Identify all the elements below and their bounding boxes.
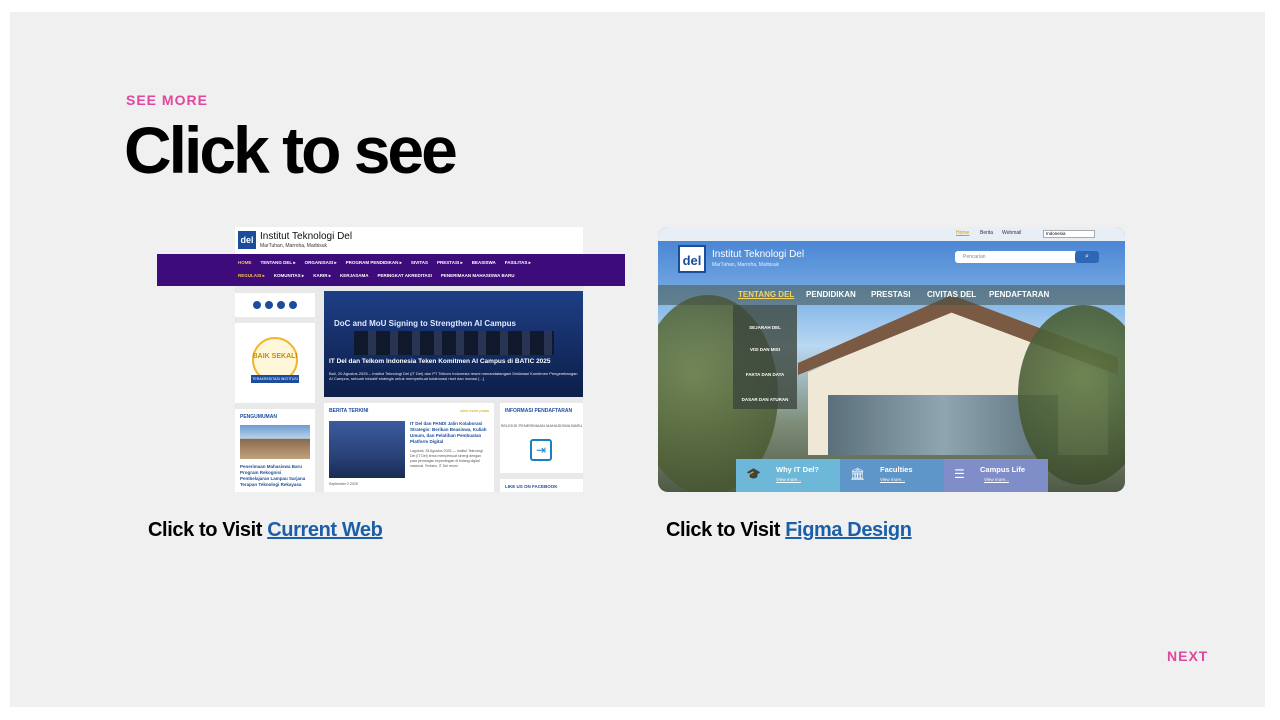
dropdown-item: VISI DAN MISI [749,347,780,352]
nav-item: KOMUNITAS ▸ [273,273,305,278]
feature-cards: 🎓 Why IT Del? View more... 🏛 Faculties V… [736,459,1049,492]
nav-row-1: HOME TENTANG DEL ▸ ORGANISASI ▸ PROGRAM … [238,260,531,266]
figma-design-thumbnail[interactable]: Home Berita Webmail Indonesia del Instit… [658,227,1125,492]
nav-item: PENERIMAAN MAHASISWA BARU [440,273,515,278]
nav-item: FASILITAS ▸ [504,260,531,265]
top-link-webmail: Webmail [1002,230,1022,236]
badge-ribbon: TERAKREDITASI INSTITUSI [251,375,299,383]
hero-banner-text: DoC and MoU Signing to Strengthen AI Cam… [334,319,516,328]
berita-date: September 2 2025 [329,482,358,486]
current-web-link[interactable]: Current Web [267,519,383,541]
hero-slider: DoC and MoU Signing to Strengthen AI Cam… [324,291,583,397]
current-web-thumbnail[interactable]: del Institut Teknologi Del MarTuhan, Mar… [157,227,625,492]
current-web-navbar: HOME TENTANG DEL ▸ ORGANISASI ▸ PROGRAM … [157,254,625,286]
berita-excerpt: Laguboti, 28 Agustus 2025 — Institut Tek… [410,449,483,468]
card-link: View more... [984,477,1009,482]
figma-design-caption: Click to Visit Figma Design [666,519,912,542]
dropdown-item: SEJARAH DEL [749,325,781,330]
dropdown-item: FAKTA DAN DATA [745,372,785,377]
see-more-label: SEE MORE [126,92,208,108]
nav-item: KARIR ▸ [313,273,331,278]
current-web-header: del Institut Teknologi Del MarTuhan, Mar… [235,227,583,255]
facebook-title: LIKE US ON FACEBOOK [505,484,558,489]
pengumuman-image [240,425,310,459]
slide: SEE MORE Click to see del Institut Tekno… [10,12,1265,707]
nav-item: PRESTASI ▸ [437,260,463,265]
berita-image [329,421,405,478]
search-input: Pencarian [955,251,1077,263]
nav-item: TENTANG DEL ▸ [260,260,296,265]
menu-item-pendidikan: PENDIDIKAN [806,290,856,299]
current-web-tagline: MarTuhan, Marroha, Marbisuk [260,243,328,249]
card-title: Campus Life [980,465,1026,474]
pengumuman-title: PENGUMUMAN [240,414,277,420]
figma-design-link[interactable]: Figma Design [785,519,912,541]
menu-item-prestasi: PRESTASI [871,290,911,299]
del-logo-icon: del [238,231,256,249]
globe-icon [265,301,273,309]
card-link: View more... [880,477,905,482]
next-button[interactable]: NEXT [1167,648,1208,664]
hero-subtext: Bali, 20 Agustus 2025 – Institut Teknolo… [329,371,578,381]
berita-title: BERITA TERKINI [329,408,369,414]
nav-item: KERJASAMA [339,273,369,278]
nav-row-2: REGULASI ▸ KOMUNITAS ▸ KARIR ▸ KERJASAMA… [238,273,515,279]
info-subtitle: SELEKSI PENERIMAAN MAHASISWA BARU [500,423,583,428]
current-web-site-name: Institut Teknologi Del [260,231,353,242]
figma-topbar: Home Berita Webmail Indonesia [658,227,1125,241]
figma-site-name: Institut Teknologi Del [712,249,805,260]
nav-item: BEASISWA [471,260,496,265]
menu-item-civitas: CIVITAS DEL [927,290,977,299]
nav-item: PERINGKAT AKREDITASI [377,273,432,278]
graduation-cap-icon: 🎓 [746,467,761,481]
berita-headline: IT Del dan PANDI Jalin Kolaborasi Strate… [410,421,487,444]
login-icon: ⇥ [530,439,552,461]
card-faculties: 🏛 Faculties View more... [840,459,944,492]
institution-icon: 🏛 [850,467,866,481]
berita-panel: BERITA TERKINI view more posts IT Del da… [324,403,494,492]
page-title: Click to see [124,113,458,187]
language-select: Indonesia [1043,230,1095,238]
caption-prefix: Click to Visit [148,519,268,541]
nav-item: ORGANISASI ▸ [304,260,337,265]
chat-icon [289,301,297,309]
top-link-home: Home [956,230,970,236]
nav-item: PROGRAM PENDIDIKAN ▸ [345,260,402,265]
nav-item: SIVITAS [410,260,429,265]
figma-menu: TENTANG DEL PENDIDIKAN PRESTASI CIVITAS … [658,285,1125,305]
menu-item-pendaftaran: PENDAFTARAN [989,290,1050,299]
accreditation-badge: BAIK SEKALI TERAKREDITASI INSTITUSI [235,323,315,403]
pengumuman-panel: PENGUMUMAN Penerimaan Mahasiswa Baru Pro… [235,409,315,492]
social-icons [235,293,315,317]
card-title: Why IT Del? [776,465,819,474]
figma-header: del Institut Teknologi Del MarTuhan, Mar… [658,241,1125,285]
location-icon [277,301,285,309]
nav-item: HOME [238,260,252,265]
search-icon: ⌕ [1075,251,1099,263]
nav-item: REGULASI ▸ [238,273,265,278]
card-title: Faculties [880,465,913,474]
current-web-caption: Click to Visit Current Web [148,519,383,542]
pengumuman-text: Penerimaan Mahasiswa Baru Program Rekogn… [240,464,306,487]
list-icon: ☰ [954,467,965,481]
card-link: View more... [776,477,801,482]
top-link-berita: Berita [980,230,994,236]
info-pendaftaran-panel: INFORMASI PENDAFTARAN SELEKSI PENERIMAAN… [500,403,583,473]
menu-item-tentang: TENTANG DEL [738,290,795,299]
hero-caption: IT Del dan Telkom Indonesia Teken Komitm… [329,358,551,365]
badge-text: BAIK SEKALI [252,353,298,360]
del-logo-icon: del [678,245,706,273]
info-title: INFORMASI PENDAFTARAN [505,408,573,414]
dropdown-item: DASAR DAN ATURAN [741,397,789,402]
facebook-panel: LIKE US ON FACEBOOK [500,479,583,492]
dropdown-menu: SEJARAH DEL VISI DAN MISI FAKTA DAN DATA… [733,305,797,409]
card-why-itdel: 🎓 Why IT Del? View more... [736,459,840,492]
caption-prefix: Click to Visit [666,519,786,541]
figma-tagline: MarTuhan, Marroha, Marbisuk [712,262,780,268]
berita-more-link: view more posts [460,408,489,413]
hero-photo [354,331,554,355]
people-icon [253,301,261,309]
card-campus-life: ☰ Campus Life View more... [944,459,1048,492]
